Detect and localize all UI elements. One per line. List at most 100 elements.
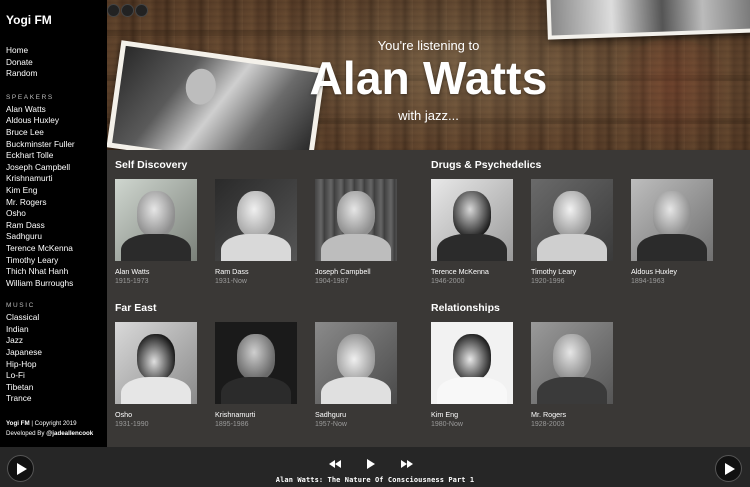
music-section-label: MUSIC (6, 302, 35, 310)
speaker-photo[interactable] (531, 179, 613, 261)
speaker-card[interactable]: Alan Watts 1915-1973 (115, 179, 215, 285)
music-item[interactable]: Hip-Hop (6, 359, 107, 371)
speaker-photo[interactable] (215, 179, 297, 261)
speaker-item[interactable]: Krishnamurti (6, 173, 107, 185)
speaker-item[interactable]: Bruce Lee (6, 127, 107, 139)
fast-forward-button[interactable] (401, 460, 413, 468)
speaker-name[interactable]: Terence McKenna (431, 267, 531, 276)
speaker-item[interactable]: Alan Watts (6, 104, 107, 116)
hero-tagline: with jazz... (398, 108, 459, 123)
now-playing: Alan Watts: The Nature Of Consciousness … (0, 476, 750, 484)
music-item[interactable]: Jazz (6, 335, 107, 347)
speaker-card[interactable]: Mr. Rogers 1928-2003 (531, 322, 631, 428)
sidebar-footer: Yogi FM | Copyright 2019 Developed By @j… (6, 419, 93, 439)
speaker-card[interactable]: Osho 1931-1990 (115, 322, 215, 428)
play-icon (17, 462, 27, 475)
nav-item-home[interactable]: Home (6, 45, 107, 57)
speaker-photo[interactable] (631, 179, 713, 261)
speaker-item[interactable]: Joseph Campbell (6, 162, 107, 174)
main-nav: Home Donate Random (6, 45, 107, 80)
speaker-photo[interactable] (431, 322, 513, 404)
speaker-item[interactable]: Kim Eng (6, 185, 107, 197)
speaker-years: 1928-2003 (531, 421, 565, 428)
speaker-card[interactable]: Ram Dass 1931-Now (215, 179, 315, 285)
speaker-photo[interactable] (431, 179, 513, 261)
speaker-name[interactable]: Sadhguru (315, 410, 415, 419)
speaker-item[interactable]: Thich Nhat Hanh (6, 266, 107, 278)
speaker-name[interactable]: Osho (115, 410, 215, 419)
group-title: Self Discovery (115, 159, 188, 171)
speaker-name[interactable]: Ram Dass (215, 267, 315, 276)
group-title: Relationships (431, 302, 500, 314)
speaker-name[interactable]: Timothy Leary (531, 267, 631, 276)
music-item[interactable]: Tibetan (6, 382, 107, 394)
speaker-photo[interactable] (315, 179, 397, 261)
speaker-card[interactable]: Sadhguru 1957-Now (315, 322, 415, 428)
speaker-years: 1957-Now (315, 421, 347, 428)
speaker-photo[interactable] (115, 322, 197, 404)
play-icon (725, 462, 735, 475)
speaker-name[interactable]: Aldous Huxley (631, 267, 731, 276)
sidebar: Yogi FM Home Donate Random SPEAKERS Alan… (0, 0, 107, 447)
speaker-item[interactable]: William Burroughs (6, 278, 107, 290)
decor-circles (107, 4, 148, 17)
speaker-years: 1895-1986 (215, 421, 249, 428)
speaker-item[interactable]: Timothy Leary (6, 255, 107, 267)
developer-line: Developed By @jadeallencook (6, 429, 93, 439)
speakers-section-label: SPEAKERS (6, 93, 54, 101)
rewind-button[interactable] (329, 460, 341, 468)
speaker-card[interactable]: Joseph Campbell 1904-1987 (315, 179, 415, 285)
speaker-photo[interactable] (115, 179, 197, 261)
speaker-item[interactable]: Aldous Huxley (6, 115, 107, 127)
speakers-list: Alan Watts Aldous Huxley Bruce Lee Buckm… (6, 104, 107, 290)
speaker-card[interactable]: Aldous Huxley 1894-1963 (631, 179, 731, 285)
player-controls (329, 459, 413, 469)
speaker-name[interactable]: Mr. Rogers (531, 410, 631, 419)
hero-banner: You're listening to Alan Watts with jazz… (107, 0, 750, 150)
speaker-years: 1904-1987 (315, 278, 349, 285)
speaker-item[interactable]: Sadhguru (6, 231, 107, 243)
group-far-east: Far East Osho 1931-1990 Krishnamurti 189… (115, 302, 415, 428)
speaker-item[interactable]: Mr. Rogers (6, 197, 107, 209)
music-item[interactable]: Classical (6, 312, 107, 324)
play-button[interactable] (367, 459, 375, 469)
speaker-groups: Self Discovery Alan Watts 1915-1973 Ram … (107, 150, 750, 447)
group-title: Drugs & Psychedelics (431, 159, 542, 171)
nav-item-donate[interactable]: Donate (6, 57, 107, 69)
speaker-years: 1931-Now (215, 278, 247, 285)
music-item[interactable]: Japanese (6, 347, 107, 359)
speaker-card[interactable]: Terence McKenna 1946-2000 (431, 179, 531, 285)
fast-forward-icon (401, 460, 413, 468)
music-list: Classical Indian Jazz Japanese Hip-Hop L… (6, 312, 107, 405)
music-item[interactable]: Trance (6, 393, 107, 405)
speaker-years: 1931-1990 (115, 421, 149, 428)
mini-play-button[interactable] (715, 455, 742, 482)
music-item[interactable]: Lo-Fi (6, 370, 107, 382)
group-drugs-psychedelics: Drugs & Psychedelics Terence McKenna 194… (431, 159, 731, 285)
copyright-line: Yogi FM | Copyright 2019 (6, 419, 93, 429)
speaker-name[interactable]: Krishnamurti (215, 410, 315, 419)
speaker-card[interactable]: Timothy Leary 1920-1996 (531, 179, 631, 285)
speaker-name[interactable]: Alan Watts (115, 267, 215, 276)
speaker-card[interactable]: Kim Eng 1980-Now (431, 322, 531, 428)
speaker-item[interactable]: Buckminster Fuller (6, 139, 107, 151)
brand-logo[interactable]: Yogi FM (6, 13, 107, 27)
speaker-card[interactable]: Krishnamurti 1895-1986 (215, 322, 315, 428)
hero-title: Alan Watts (309, 52, 548, 104)
speaker-photo[interactable] (315, 322, 397, 404)
speaker-item[interactable]: Terence McKenna (6, 243, 107, 255)
speaker-photo[interactable] (531, 322, 613, 404)
group-relationships: Relationships Kim Eng 1980-Now Mr. Roger… (431, 302, 631, 428)
music-item[interactable]: Indian (6, 324, 107, 336)
footer-dev-prefix: Developed By (6, 430, 47, 437)
speaker-years: 1894-1963 (631, 278, 665, 285)
speaker-item[interactable]: Osho (6, 208, 107, 220)
play-icon (367, 459, 375, 469)
nav-item-random[interactable]: Random (6, 68, 107, 80)
speaker-item[interactable]: Eckhart Tolle (6, 150, 107, 162)
developer-link[interactable]: @jadeallencook (46, 430, 93, 437)
speaker-item[interactable]: Ram Dass (6, 220, 107, 232)
speaker-name[interactable]: Joseph Campbell (315, 267, 415, 276)
speaker-photo[interactable] (215, 322, 297, 404)
speaker-name[interactable]: Kim Eng (431, 410, 531, 419)
